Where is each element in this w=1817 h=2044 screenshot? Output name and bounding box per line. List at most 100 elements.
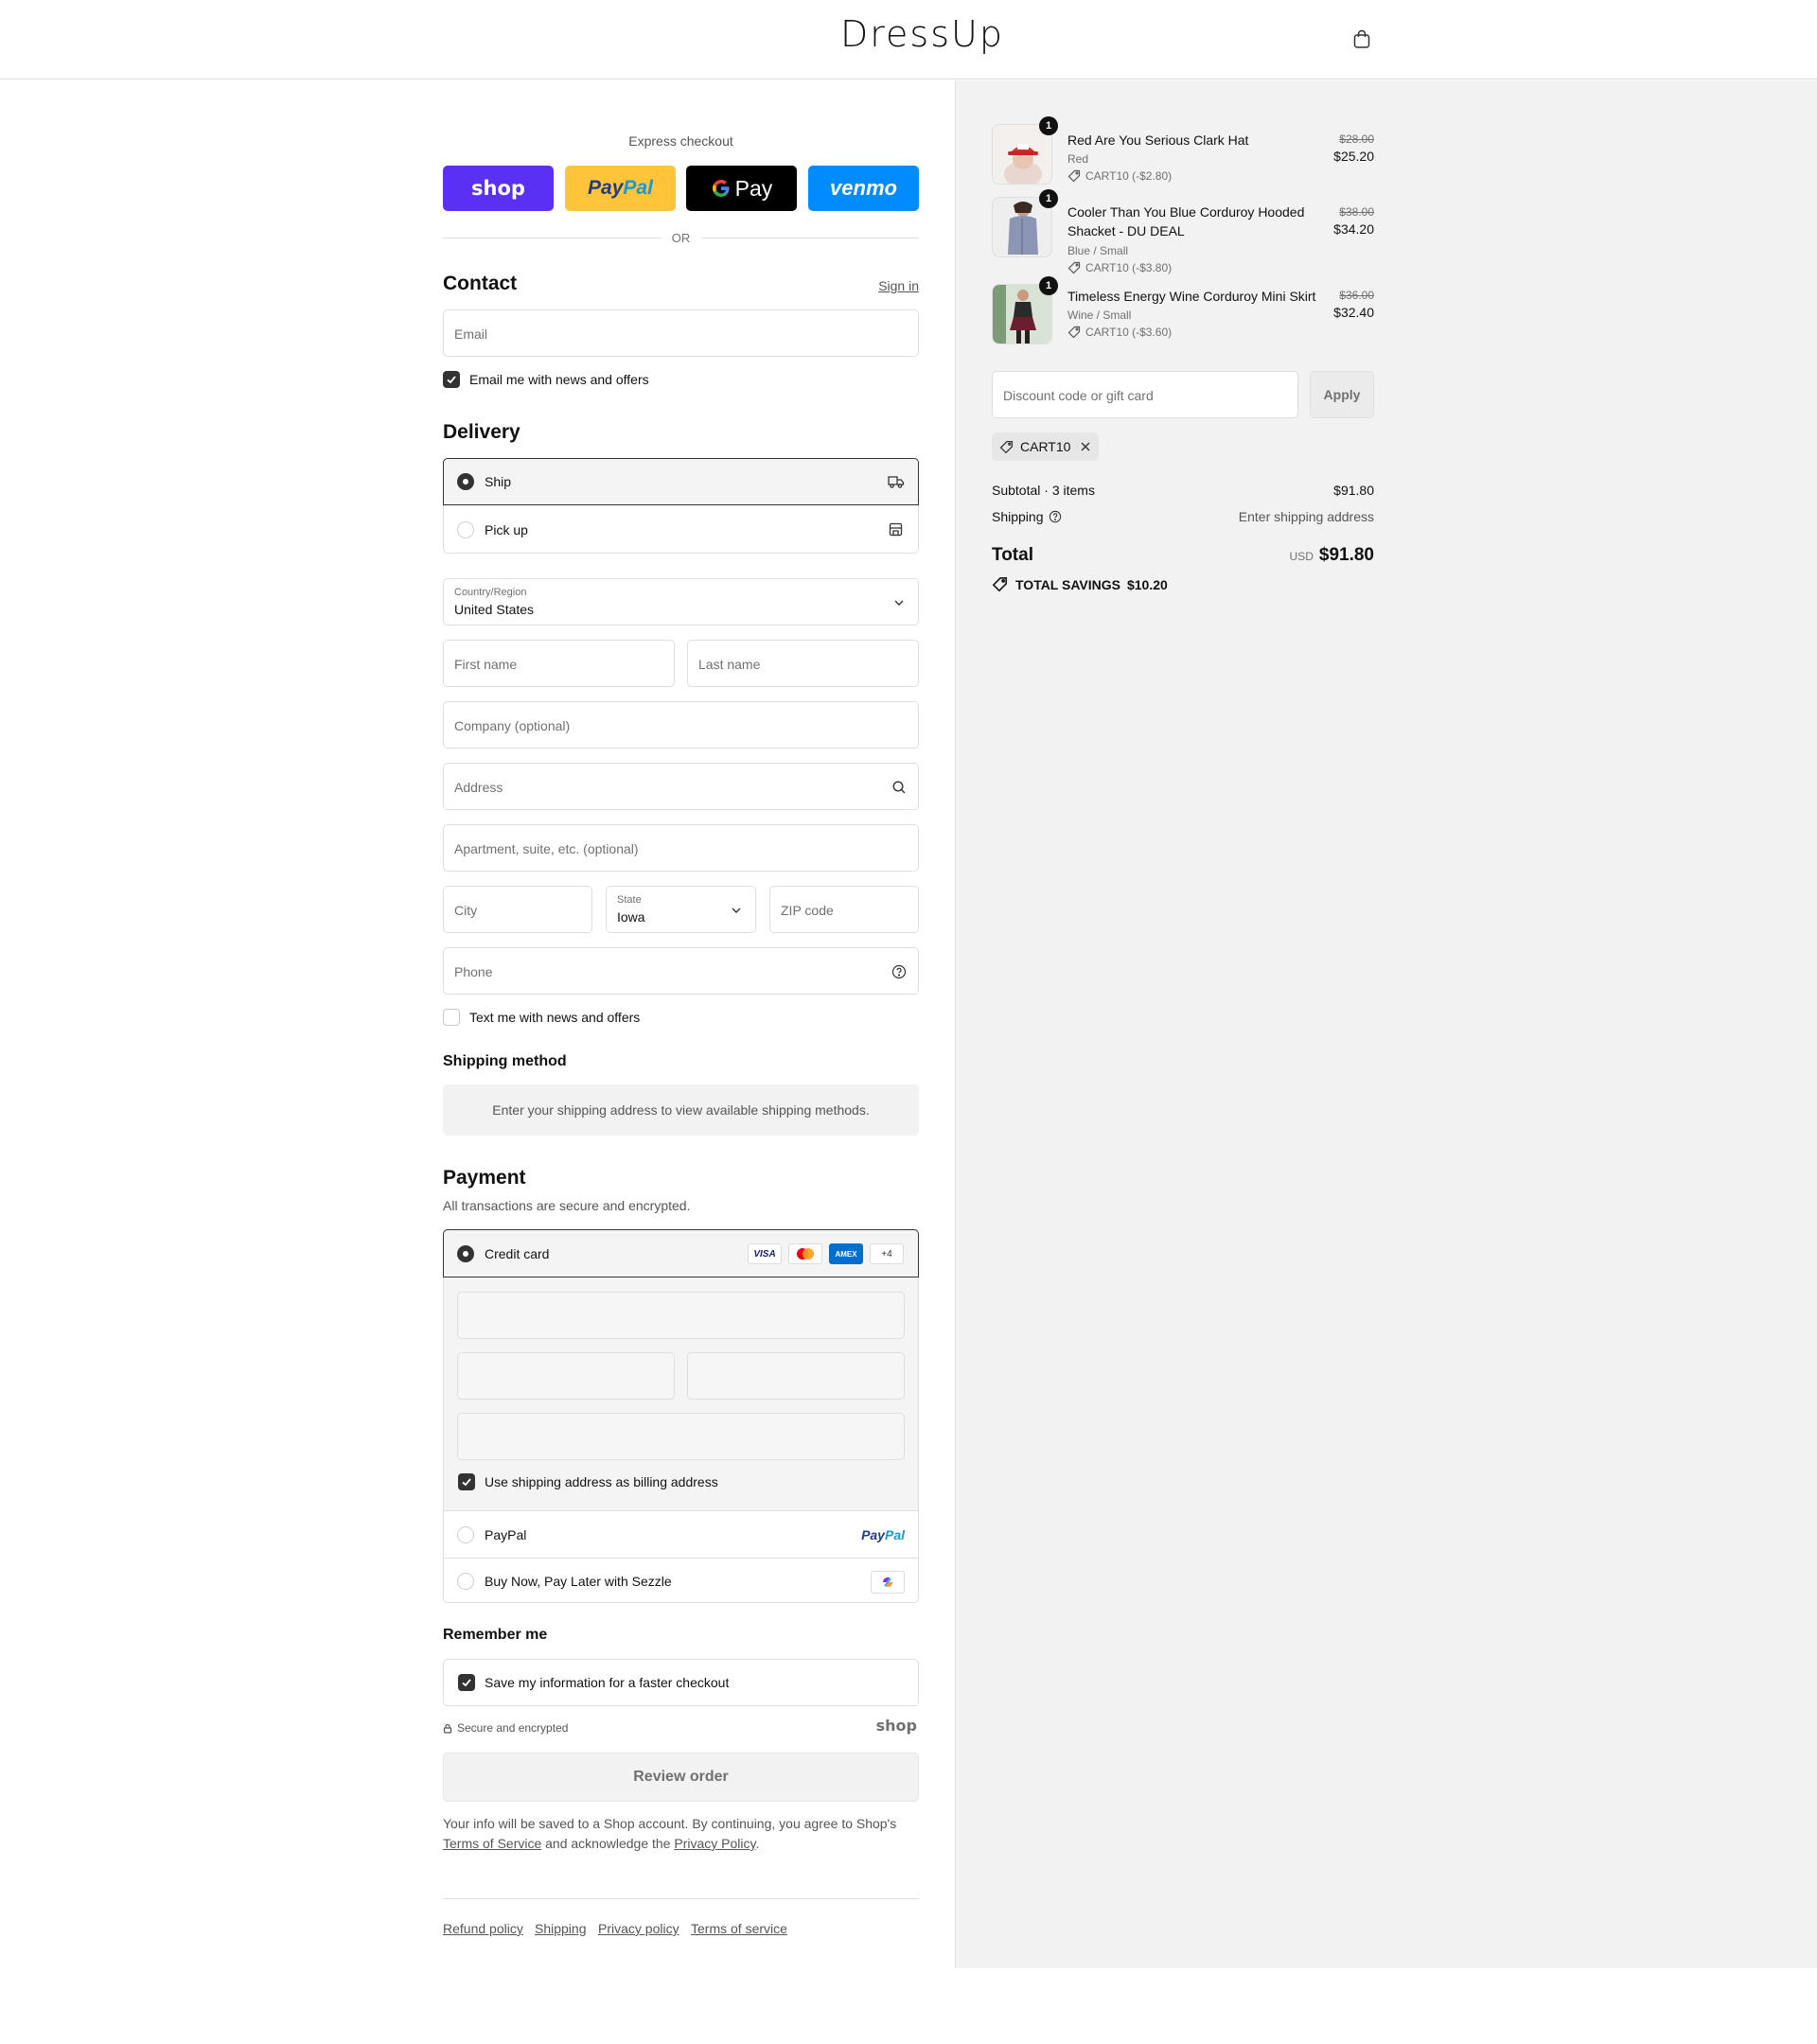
discount-code-input[interactable]: Discount code or gift card xyxy=(992,371,1298,418)
email-field[interactable]: Email xyxy=(443,309,919,357)
zip-field[interactable]: ZIP code xyxy=(769,886,919,933)
shipping-row: Shipping Enter shipping address xyxy=(992,509,1374,524)
sezzle-option[interactable]: Buy Now, Pay Later with Sezzle xyxy=(444,1558,918,1604)
shipping-method-note: Enter your shipping address to view avai… xyxy=(443,1084,919,1136)
refund-policy-link[interactable]: Refund policy xyxy=(443,1921,523,1936)
apply-discount-button[interactable]: Apply xyxy=(1310,371,1374,418)
close-icon[interactable] xyxy=(1080,441,1091,452)
city-field[interactable]: City xyxy=(443,886,592,933)
state-select[interactable]: State Iowa xyxy=(606,886,756,933)
checkmark-icon xyxy=(462,1478,471,1487)
review-order-button[interactable]: Review order xyxy=(443,1753,919,1802)
or-divider: OR xyxy=(443,228,919,247)
card-expiry-field[interactable] xyxy=(457,1352,675,1400)
header: DressUp xyxy=(0,0,1817,79)
chevron-down-icon xyxy=(894,600,904,606)
tag-icon xyxy=(1067,169,1081,183)
item-original-price: $28.00 xyxy=(1339,132,1374,146)
item-price: $34.20 xyxy=(1333,221,1374,237)
credit-card-option[interactable]: Credit card VISA AMEX +4 xyxy=(443,1229,919,1278)
checkmark-icon xyxy=(462,1679,471,1687)
quantity-badge: 1 xyxy=(1039,276,1058,295)
shipping-link[interactable]: Shipping xyxy=(535,1921,587,1936)
radio-unselected[interactable] xyxy=(457,521,474,538)
item-variant: Blue / Small xyxy=(1067,244,1129,257)
item-price: $25.20 xyxy=(1333,149,1374,164)
item-discount: CART10 (-$2.80) xyxy=(1067,169,1172,183)
sign-in-link[interactable]: Sign in xyxy=(878,278,919,293)
sezzle-logo xyxy=(883,1577,892,1587)
last-name-field[interactable]: Last name xyxy=(687,640,919,687)
radio-unselected[interactable] xyxy=(457,1573,474,1590)
google-pay-button[interactable]: Pay xyxy=(686,166,797,211)
delivery-heading: Delivery xyxy=(443,421,520,443)
payment-heading: Payment xyxy=(443,1167,526,1189)
radio-selected[interactable] xyxy=(457,473,474,490)
first-name-field[interactable]: First name xyxy=(443,640,675,687)
tag-icon xyxy=(1067,261,1081,274)
paypal-button[interactable]: Pay Pal xyxy=(565,166,676,211)
secure-note: Secure and encrypted xyxy=(443,1721,568,1735)
terms-of-service-footer-link[interactable]: Terms of service xyxy=(691,1921,787,1936)
payment-subtitle: All transactions are secure and encrypte… xyxy=(443,1198,691,1213)
item-discount: CART10 (-$3.60) xyxy=(1067,326,1172,339)
item-variant: Wine / Small xyxy=(1067,308,1132,322)
text-news-checkbox[interactable]: Text me with news and offers xyxy=(443,1009,640,1026)
item-variant: Red xyxy=(1067,152,1089,166)
paypal-option[interactable]: PayPal PayPal xyxy=(444,1510,918,1558)
help-circle-icon[interactable] xyxy=(891,964,907,979)
quantity-badge: 1 xyxy=(1039,116,1058,135)
shop-logo: shop xyxy=(875,1717,917,1735)
radio-unselected[interactable] xyxy=(457,1525,474,1543)
billing-same-checkbox[interactable]: Use shipping address as billing address xyxy=(458,1473,718,1490)
shop-pay-button[interactable]: shop xyxy=(443,166,554,211)
shopping-bag-icon[interactable] xyxy=(1351,28,1372,49)
pickup-option[interactable]: Pick up xyxy=(444,506,918,554)
sezzle-icon xyxy=(871,1571,905,1594)
remember-me-heading: Remember me xyxy=(443,1627,548,1643)
address-field[interactable]: Address xyxy=(443,763,919,810)
google-g-icon xyxy=(712,180,730,197)
tag-icon xyxy=(1067,326,1081,339)
amex-icon: AMEX xyxy=(829,1243,863,1264)
legal-text: Your info will be saved to a Shop accoun… xyxy=(443,1816,897,1851)
more-cards-badge: +4 xyxy=(870,1243,904,1264)
apartment-field[interactable]: Apartment, suite, etc. (optional) xyxy=(443,824,919,872)
phone-field[interactable]: Phone xyxy=(443,947,919,995)
privacy-policy-footer-link[interactable]: Privacy policy xyxy=(598,1921,679,1936)
help-circle-icon[interactable] xyxy=(1049,510,1062,523)
shipping-method-heading: Shipping method xyxy=(443,1053,567,1069)
checkbox-checked[interactable] xyxy=(443,371,460,388)
card-number-field[interactable] xyxy=(457,1292,905,1339)
ship-option[interactable]: Ship xyxy=(443,458,919,505)
footer-divider xyxy=(443,1898,919,1899)
paypal-logo: PayPal xyxy=(861,1526,905,1542)
visa-icon: VISA xyxy=(748,1243,782,1264)
save-info-checkbox[interactable]: Save my information for a faster checkou… xyxy=(458,1674,729,1691)
truck-icon xyxy=(888,476,905,488)
store-logo[interactable]: DressUp xyxy=(840,13,1004,55)
subtotal-row: Subtotal · 3 items $91.80 xyxy=(992,483,1374,498)
checkbox-checked[interactable] xyxy=(458,1674,475,1691)
checkbox-unchecked[interactable] xyxy=(443,1009,460,1026)
terms-of-service-link[interactable]: Terms of Service xyxy=(443,1836,541,1851)
tag-icon xyxy=(999,440,1014,453)
checkmark-icon xyxy=(447,376,456,384)
item-discount: CART10 (-$3.80) xyxy=(1067,261,1172,274)
or-label: OR xyxy=(671,231,691,245)
card-name-field[interactable] xyxy=(457,1413,905,1460)
card-cvv-field[interactable] xyxy=(687,1352,905,1400)
venmo-button[interactable]: venmo xyxy=(808,166,919,211)
company-field[interactable]: Company (optional) xyxy=(443,701,919,749)
save-info-box[interactable]: Save my information for a faster checkou… xyxy=(443,1659,919,1706)
country-select[interactable]: Country/Region United States xyxy=(443,578,919,626)
total-row: Total USD $91.80 xyxy=(992,545,1374,565)
payment-options: Credit card VISA AMEX +4 Use shipping ad… xyxy=(443,1229,919,1603)
quantity-badge: 1 xyxy=(1039,189,1058,208)
radio-selected[interactable] xyxy=(457,1244,474,1262)
email-news-checkbox[interactable]: Email me with news and offers xyxy=(443,371,649,388)
privacy-policy-link[interactable]: Privacy Policy xyxy=(674,1836,755,1851)
checkbox-checked[interactable] xyxy=(458,1473,475,1490)
mastercard-circles xyxy=(797,1248,814,1260)
lock-icon xyxy=(443,1723,452,1734)
